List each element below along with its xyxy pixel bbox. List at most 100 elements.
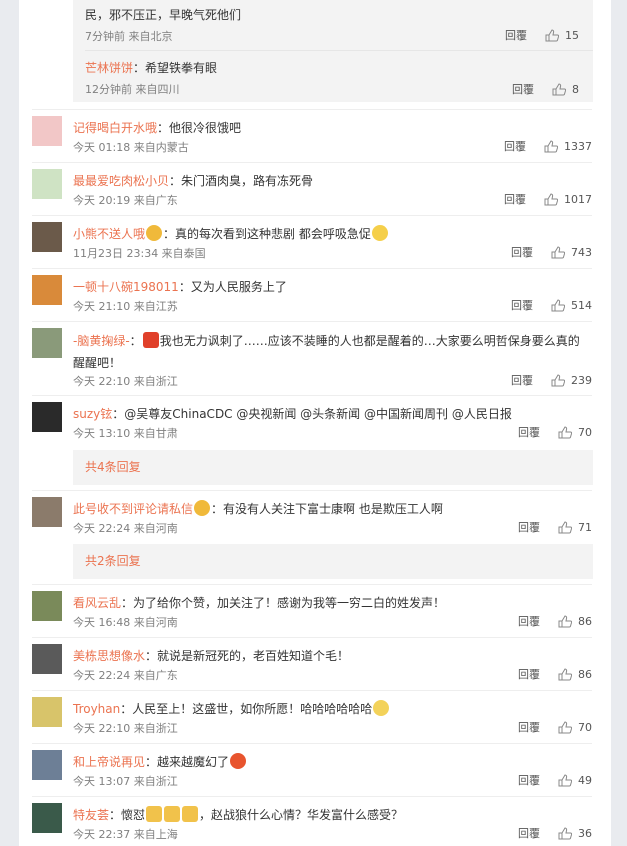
sub-reply: 芒林饼饼：希望铁拳有眼 12分钟前 来自四川 回覆 8 [73,52,593,102]
reply-button[interactable]: 回覆 [511,244,533,260]
user-name[interactable]: 看风云乱 [73,596,121,610]
thumb-up-icon[interactable] [558,520,572,534]
reply-button[interactable]: 回覆 [505,27,527,43]
user-name[interactable]: -脑黄掬绿- [73,334,130,348]
separator: ： [145,649,158,663]
laughing-emoji-icon [373,700,390,716]
crown-emoji-icon [194,500,211,516]
avatar[interactable] [32,275,62,305]
comment-text: 朱门酒肉臭，路有冻死骨 [181,174,314,188]
sub-reply-meta: 7分钟前 来自北京 [85,30,173,43]
sub-reply-meta: 12分钟前 来自四川 [85,83,180,96]
separator: ： [121,596,134,610]
user-name[interactable]: 此号收不到评论请私信 [73,502,193,516]
avatar[interactable] [32,803,62,833]
comment-meta: 今天 22:10 来自浙江 [73,722,178,735]
user-name[interactable]: 美栋思想像水 [73,649,145,663]
user-name[interactable]: 小熊不送人哦 [73,227,145,241]
reply-button[interactable]: 回覆 [518,719,540,735]
reply-button[interactable]: 回覆 [504,138,526,154]
comment-item: 看风云乱：为了给你个赞，加关注了！感谢为我等一穷二白的姓发声！ 今天 16:48… [32,591,592,633]
thumb-up-icon[interactable] [558,773,572,787]
user-name[interactable]: 和上帝说再见 [73,755,145,769]
thumb-up-icon[interactable] [544,192,558,206]
user-name[interactable]: 记得喝白开水哦 [73,121,157,135]
thumb-up-icon[interactable] [551,298,565,312]
thumb-up-icon[interactable] [551,245,565,259]
comment-meta: 今天 22:10 来自浙江 [73,375,178,388]
comment-item: 此号收不到评论请私信 ：有没有人关注下富士康啊 也是欺压工人啊 今天 22:24 … [32,497,592,539]
comment-meta: 今天 13:07 来自浙江 [73,775,178,788]
separator: ： [129,334,142,348]
gift-emoji-icon [142,332,159,348]
divider [32,162,592,163]
divider [32,690,592,691]
thumb-up-icon[interactable] [544,139,558,153]
comment-text: 懷怼 [121,808,146,822]
reply-button[interactable]: 回覆 [518,613,540,629]
reply-button[interactable]: 回覆 [512,81,534,97]
thumb-up-icon[interactable] [558,425,572,439]
avatar[interactable] [32,402,62,432]
comment-meta: 今天 13:10 来自甘肃 [73,427,178,440]
comment-text: 就说是新冠死的，老百姓知道个毛！ [157,649,350,663]
separator: ： [178,280,191,294]
like-count: 743 [571,245,592,259]
like-count: 1017 [564,192,592,206]
reply-button[interactable]: 回覆 [518,772,540,788]
user-name[interactable]: 芒林饼饼 [85,61,133,75]
user-name[interactable]: Troyhan [73,702,120,716]
user-name[interactable]: 特友荟 [73,808,109,822]
thumb-up-icon[interactable] [545,28,559,42]
reply-button[interactable]: 回覆 [518,424,540,440]
separator: ： [120,702,133,716]
comment-item: suzy铉：@吴尊友ChinaCDC @央视新闻 @头条新闻 @中国新闻周刊 @… [32,402,592,444]
divider [32,584,592,585]
thumb-up-icon[interactable] [552,82,566,96]
like-count: 86 [578,667,592,681]
avatar[interactable] [32,222,62,252]
divider [32,215,592,216]
sub-reply-box: 民，邪不压正，早晚气死他们 7分钟前 来自北京 回覆 15 芒林饼饼：希望铁拳有… [73,0,593,102]
user-name[interactable]: 一顿十八碗198011 [73,280,179,294]
avatar[interactable] [32,497,62,527]
thumb-up-icon[interactable] [558,667,572,681]
like-count: 239 [571,373,592,387]
separator: ： [145,755,158,769]
comment-item: 记得喝白开水哦：他很冷很饿吧 今天 01:18 来自内蒙古 回覆 1337 [32,116,592,158]
divider [32,321,592,322]
like-count: 70 [578,425,592,439]
divider [32,637,592,638]
dislike-emoji-icon [164,806,181,822]
reply-button[interactable]: 回覆 [518,519,540,535]
avatar[interactable] [32,644,62,674]
comment-item: 小熊不送人哦 ：真的每次看到这种悲剧 都会呼吸急促 11月23日 23:34 来自… [32,222,592,264]
reply-button[interactable]: 回覆 [518,825,540,841]
user-name[interactable]: 最最爱吃肉松小贝 [73,174,169,188]
comment-text: 为了给你个赞，加关注了！感谢为我等一穷二白的姓发声！ [133,596,446,610]
reply-button[interactable]: 回覆 [511,297,533,313]
avatar[interactable] [32,328,62,358]
avatar[interactable] [32,750,62,780]
separator: ： [112,407,125,421]
thumb-up-icon[interactable] [558,720,572,734]
avatar[interactable] [32,169,62,199]
thumb-up-icon[interactable] [558,614,572,628]
user-name[interactable]: suzy铉 [73,407,112,421]
more-replies-link[interactable]: 共4条回复 [73,450,593,485]
avatar[interactable] [32,591,62,621]
thumb-up-icon[interactable] [551,373,565,387]
like-count: 8 [572,82,579,96]
thumb-up-icon[interactable] [558,826,572,840]
avatar[interactable] [32,697,62,727]
comment-meta: 今天 01:18 来自内蒙古 [73,141,189,154]
more-replies-link[interactable]: 共2条回复 [73,544,593,579]
reply-button[interactable]: 回覆 [511,372,533,388]
separator: ： [157,121,170,135]
reply-button[interactable]: 回覆 [518,666,540,682]
reply-button[interactable]: 回覆 [504,191,526,207]
comment-item: 最最爱吃肉松小贝：朱门酒肉臭，路有冻死骨 今天 20:19 来自广东 回覆 10… [32,169,592,211]
comment-meta: 今天 21:10 来自江苏 [73,300,178,313]
avatar[interactable] [32,116,62,146]
sub-reply-text: 希望铁拳有眼 [145,61,218,75]
